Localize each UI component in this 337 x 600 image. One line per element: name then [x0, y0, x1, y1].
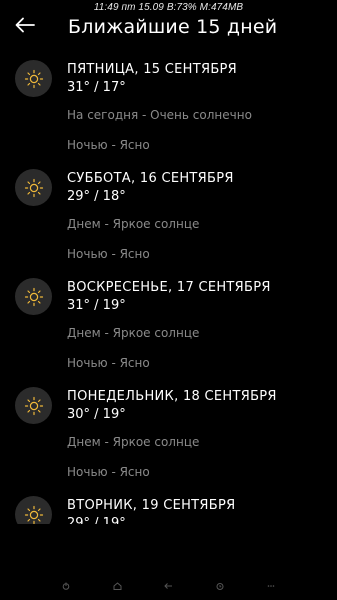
day-date: ПОНЕДЕЛЬНИК, 18 СЕНТЯБРЯ [67, 389, 277, 404]
home-icon[interactable] [112, 581, 122, 591]
power-icon[interactable] [61, 581, 71, 591]
back-icon[interactable] [163, 581, 173, 591]
night-description: Ночью - Ясно [67, 465, 150, 479]
night-description: Ночью - Ясно [67, 138, 150, 152]
list-item[interactable]: ВТОРНИК, 19 СЕНТЯБРЯ 29° / 19° [0, 488, 337, 524]
sun-icon [15, 496, 52, 524]
day-description: Днем - Яркое солнце [67, 217, 200, 231]
day-description: Днем - Яркое солнце [67, 326, 200, 340]
sun-icon [15, 60, 52, 97]
day-temperature: 29° / 19° [67, 516, 126, 524]
night-description: Ночью - Ясно [67, 356, 150, 370]
list-item[interactable]: ПОНЕДЕЛЬНИК, 18 СЕНТЯБРЯ 30° / 19° Днем … [0, 379, 337, 488]
day-temperature: 29° / 18° [67, 189, 126, 204]
forecast-list[interactable]: ПЯТНИЦА, 15 СЕНТЯБРЯ 31° / 17° На сегодн… [0, 52, 337, 524]
screen: 11:49 пт 15.09 B:73% M:474MB Ближайшие 1… [0, 0, 337, 600]
day-date: ВТОРНИК, 19 СЕНТЯБРЯ [67, 498, 236, 513]
sun-icon [15, 278, 52, 315]
alarm-icon[interactable] [215, 581, 225, 591]
arrow-left-icon [15, 17, 35, 38]
day-description: Днем - Яркое солнце [67, 435, 200, 449]
day-temperature: 31° / 19° [67, 298, 126, 313]
day-date: ПЯТНИЦА, 15 СЕНТЯБРЯ [67, 62, 238, 77]
day-temperature: 30° / 19° [67, 407, 126, 422]
day-date: СУББОТА, 16 СЕНТЯБРЯ [67, 171, 234, 186]
day-temperature: 31° / 17° [67, 80, 126, 95]
menu-icon[interactable] [266, 581, 276, 591]
header: Ближайшие 15 дней [0, 12, 337, 44]
list-item[interactable]: СУББОТА, 16 СЕНТЯБРЯ 29° / 18° Днем - Яр… [0, 161, 337, 270]
night-description: Ночью - Ясно [67, 247, 150, 261]
sun-icon [15, 387, 52, 424]
navigation-bar [0, 572, 337, 600]
sun-icon [15, 169, 52, 206]
day-description: На сегодня - Очень солнечно [67, 108, 252, 122]
day-date: ВОСКРЕСЕНЬЕ, 17 СЕНТЯБРЯ [67, 280, 271, 295]
list-item[interactable]: ВОСКРЕСЕНЬЕ, 17 СЕНТЯБРЯ 31° / 19° Днем … [0, 270, 337, 379]
list-item[interactable]: ПЯТНИЦА, 15 СЕНТЯБРЯ 31° / 17° На сегодн… [0, 52, 337, 161]
page-title: Ближайшие 15 дней [68, 16, 278, 38]
back-button[interactable] [10, 14, 40, 40]
